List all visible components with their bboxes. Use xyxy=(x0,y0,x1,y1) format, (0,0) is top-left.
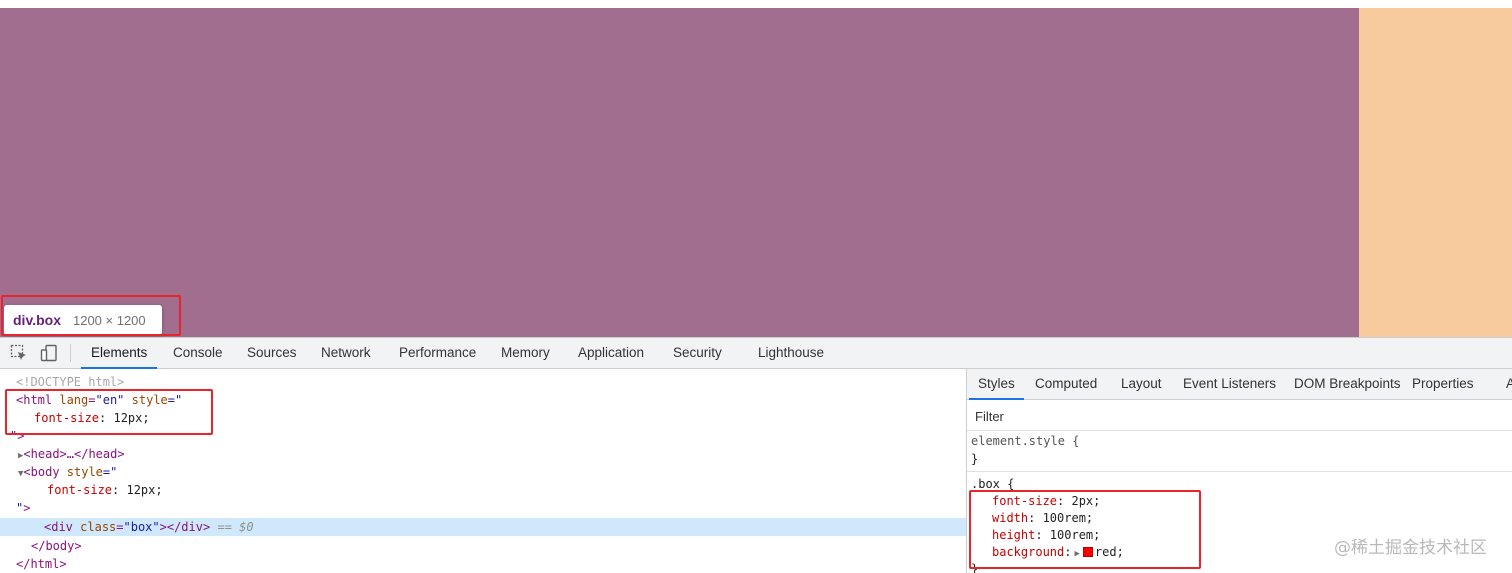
html-gt: > xyxy=(17,429,25,443)
tab-lighthouse[interactable]: Lighthouse xyxy=(758,338,824,368)
body-style-attr: style xyxy=(66,465,103,479)
tab-performance[interactable]: Performance xyxy=(399,338,476,368)
body-font-prop: font-size xyxy=(47,483,113,497)
body-gt: > xyxy=(23,501,31,515)
head-tag: <head>…</head> xyxy=(23,447,125,461)
tooltip-tag: div.box xyxy=(13,312,61,328)
elements-dom-tree: <!DOCTYPE html> <html lang="en" style=" … xyxy=(0,369,966,573)
dom-div-box-selected[interactable]: <div class="box"></div> == $0 xyxy=(0,518,966,536)
tab-more[interactable]: A xyxy=(1506,369,1512,399)
styles-tabbar: Styles Computed Layout Event Listeners D… xyxy=(967,369,1512,400)
prop-name: background xyxy=(992,545,1065,559)
html-tag: <html xyxy=(16,393,53,407)
device-toggle-icon[interactable] xyxy=(40,344,58,362)
element-tooltip: div.box 1200 × 1200 xyxy=(4,305,162,335)
tab-properties[interactable]: Properties xyxy=(1412,369,1474,399)
div-tag: <div xyxy=(44,520,73,534)
devtools-toolbar: Elements Console Sources Network Perform… xyxy=(0,338,1512,369)
tab-layout[interactable]: Layout xyxy=(1121,369,1162,399)
tooltip-class-name: .box xyxy=(32,312,61,328)
dom-body-style-value[interactable]: font-size: 12px; xyxy=(0,481,966,499)
tab-application[interactable]: Application xyxy=(578,338,644,368)
watermark: @稀土掘金技术社区 xyxy=(1334,538,1487,558)
box-highlight-content[interactable] xyxy=(0,8,1359,337)
top-strip xyxy=(0,0,1512,8)
dom-body-open[interactable]: ▼<body style=" xyxy=(0,463,966,481)
dom-html-close[interactable]: </html> xyxy=(0,555,966,573)
toolbar-separator xyxy=(70,344,71,362)
devtools-panel: Elements Console Sources Network Perform… xyxy=(0,337,1512,573)
div-class-attr: class xyxy=(80,520,117,534)
div-close: ></div> xyxy=(159,520,211,534)
box-rule-close: } xyxy=(971,562,979,573)
styles-filter xyxy=(967,400,1512,431)
prop-name: width xyxy=(992,511,1029,525)
box-prop-font-size[interactable]: font-size: 2px; xyxy=(992,493,1100,510)
tab-security[interactable]: Security xyxy=(673,338,722,368)
dom-body-close[interactable]: </body> xyxy=(0,537,966,555)
dom-html-style-value[interactable]: font-size: 12px; xyxy=(0,409,966,427)
prop-value: : 100rem; xyxy=(1028,511,1094,525)
tab-dom-breakpoints[interactable]: DOM Breakpoints xyxy=(1294,369,1401,399)
body-close-tag: </body> xyxy=(31,539,82,553)
html-font-prop: font-size xyxy=(34,411,100,425)
element-style-selector[interactable]: element.style { xyxy=(971,433,1079,450)
tab-event-listeners[interactable]: Event Listeners xyxy=(1183,369,1276,399)
page-viewport: div.box 1200 × 1200 xyxy=(0,8,1512,337)
tab-computed[interactable]: Computed xyxy=(1035,369,1097,399)
tab-sources[interactable]: Sources xyxy=(247,338,297,368)
prop-value: : 2px; xyxy=(1057,494,1101,508)
prop-value: red; xyxy=(1094,545,1124,559)
html-lang-attr: lang xyxy=(59,393,89,407)
dom-doctype[interactable]: <!DOCTYPE html> xyxy=(0,373,966,391)
dom-html-open[interactable]: <html lang="en" style=" xyxy=(0,391,966,409)
box-prop-height[interactable]: height: 100rem; xyxy=(992,527,1100,544)
dom-body-close-quote: "> xyxy=(0,499,966,517)
inspect-element-icon[interactable] xyxy=(10,344,28,362)
div-class-value: "box" xyxy=(123,520,160,534)
tab-console[interactable]: Console xyxy=(173,338,223,368)
html-close-tag: </html> xyxy=(16,557,67,571)
dom-html-close-quote: "> xyxy=(0,427,966,445)
body-font-value: : 12px; xyxy=(112,483,163,497)
body-tag: <body xyxy=(23,465,60,479)
tab-elements[interactable]: Elements xyxy=(80,338,158,369)
prop-value: : 100rem; xyxy=(1035,528,1101,542)
filter-input[interactable] xyxy=(973,405,1277,427)
box-rule-selector[interactable]: .box { xyxy=(971,476,1014,493)
tab-styles[interactable]: Styles xyxy=(969,369,1024,400)
html-lang-value: "en" xyxy=(95,393,125,407)
box-highlight-margin xyxy=(1359,8,1512,337)
html-style-attr: style xyxy=(131,393,168,407)
rule-divider xyxy=(967,471,1512,472)
tab-memory[interactable]: Memory xyxy=(501,338,550,368)
element-style-close: } xyxy=(971,452,979,466)
body-style-open: =" xyxy=(102,465,118,479)
html-font-value: : 12px; xyxy=(99,411,150,425)
selected-marker: == $0 xyxy=(217,520,254,534)
color-swatch-icon[interactable] xyxy=(1082,547,1093,557)
dom-head[interactable]: ▶<head>…</head> xyxy=(0,445,966,463)
prop-name: height xyxy=(992,528,1036,542)
box-prop-background[interactable]: background: ▶ red; xyxy=(992,544,1124,561)
html-style-open: =" xyxy=(167,393,183,407)
prop-name: font-size xyxy=(992,494,1058,508)
tab-network[interactable]: Network xyxy=(321,338,371,368)
tooltip-tag-name: div xyxy=(13,312,33,328)
tooltip-dimensions: 1200 × 1200 xyxy=(72,312,146,328)
expand-triangle-icon[interactable]: ▶ xyxy=(1074,549,1079,559)
box-prop-width[interactable]: width: 100rem; xyxy=(992,510,1093,527)
